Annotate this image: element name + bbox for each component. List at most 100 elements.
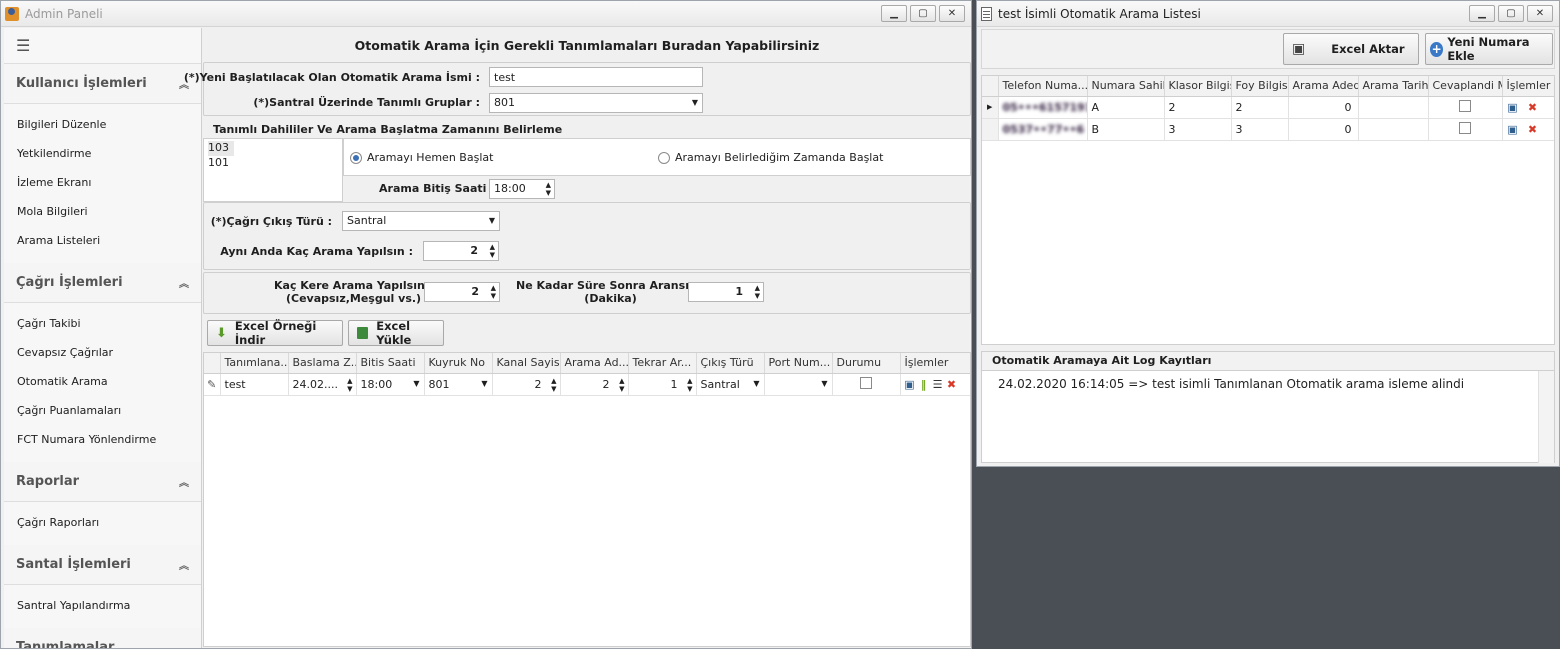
column-header[interactable]: İşlemler <box>900 353 970 374</box>
cell-start[interactable]: 24.02.... ▲ ▼ <box>288 373 357 396</box>
end-time-input[interactable]: 18:00 ▲ ▼ <box>489 179 555 199</box>
pause-icon[interactable]: ‖ <box>917 377 931 391</box>
column-header[interactable]: İşlemler <box>1502 76 1554 97</box>
cell-foy[interactable]: 2 <box>1231 96 1289 119</box>
delete-icon[interactable]: ✖ <box>1526 100 1540 114</box>
column-header[interactable]: Baslama Z... <box>288 353 357 374</box>
answered-checkbox[interactable] <box>1459 121 1471 134</box>
cell-name[interactable]: test <box>220 373 289 396</box>
table-row[interactable]: ▶ 05•••6157191 A 2 2 0 ▣ ✖ <box>982 96 1554 119</box>
concurrent-stepper[interactable]: 2 ▲ ▼ <box>423 241 499 261</box>
sidebar: ☰ Kullanıcı İşlemleri ︽ Bilgileri Düzenle Y… <box>4 28 202 648</box>
excel-export-button[interactable]: ▣ Excel Aktar <box>1283 33 1419 65</box>
column-header[interactable]: Cevaplandi Mi <box>1428 76 1503 97</box>
cell-retry[interactable]: 1 ▲ ▼ <box>628 373 697 396</box>
sidebar-item-cagri-puanlamalari[interactable]: Çağrı Puanlamaları <box>4 396 201 425</box>
cell-answered[interactable] <box>1428 118 1503 141</box>
answered-checkbox[interactable] <box>1459 99 1471 112</box>
sidebar-item-cagri-takibi[interactable]: Çağrı Takibi <box>4 309 201 338</box>
table-row[interactable]: 0537••77••6 B 3 3 0 ▣ ✖ <box>982 118 1554 141</box>
cell-foy[interactable]: 3 <box>1231 118 1289 141</box>
column-header[interactable]: Bitis Saati <box>356 353 425 374</box>
cell-count[interactable]: 0 <box>1288 118 1359 141</box>
delete-icon[interactable]: ✖ <box>1526 122 1540 136</box>
name-input[interactable] <box>489 67 703 87</box>
maximize-button[interactable]: ▢ <box>910 5 936 22</box>
cell-status[interactable] <box>832 373 901 396</box>
save-icon[interactable]: ▣ <box>1506 100 1520 114</box>
cell-type[interactable]: Santral ▼ <box>696 373 765 396</box>
sidebar-item-arama-listeleri[interactable]: Arama Listeleri <box>4 226 201 255</box>
cell-klasor[interactable]: 3 <box>1164 118 1232 141</box>
list-icon[interactable]: ☰ <box>931 377 945 391</box>
call-type-select[interactable]: Santral ▼ <box>342 211 500 231</box>
add-number-button[interactable]: + Yeni Numara Ekle <box>1425 33 1553 65</box>
column-header[interactable]: Port Num... <box>764 353 833 374</box>
column-header[interactable]: Kanal Sayisi <box>492 353 561 374</box>
sidebar-group-santal-i-slemleri[interactable]: Santal İşlemleri ︽ <box>4 545 201 585</box>
cell-phone[interactable]: 05•••6157191 <box>998 96 1088 119</box>
column-header[interactable]: Arama Ad... <box>560 353 629 374</box>
sidebar-item-yetkilendirme[interactable]: Yetkilendirme <box>4 139 201 168</box>
cell-date[interactable] <box>1358 118 1429 141</box>
table-row[interactable]: ✎ test 24.02.... ▲ ▼ 18:00 ▼ 801 ▼ 2 ▲ ▼ 2 ▲ ▼ 1… <box>204 373 970 396</box>
column-header[interactable]: Durumu <box>832 353 901 374</box>
sidebar-item-bilgileri-duzenle[interactable]: Bilgileri Düzenle <box>4 110 201 139</box>
excel-download-button[interactable]: ⬇ Excel Örneği İndir <box>207 319 343 347</box>
sidebar-group-raporlar[interactable]: Raporlar ︽ <box>4 462 201 502</box>
cell-owner[interactable]: B <box>1087 118 1165 141</box>
delete-icon[interactable]: ✖ <box>945 377 959 391</box>
extension-item[interactable]: 101 <box>208 156 338 171</box>
save-icon[interactable]: ▣ <box>1506 122 1520 136</box>
cell-end[interactable]: 18:00 ▼ <box>356 373 425 396</box>
cell-calls[interactable]: 2 ▲ ▼ <box>560 373 629 396</box>
column-header[interactable]: Çıkış Türü <box>696 353 765 374</box>
radio-start-now[interactable]: Aramayı Hemen Başlat <box>350 151 493 164</box>
save-icon[interactable]: ▣ <box>903 377 917 391</box>
sidebar-group-kullanici-i-slemleri[interactable]: Kullanıcı İşlemleri ︽ <box>4 64 201 104</box>
sidebar-item-otomatik-arama[interactable]: Otomatik Arama <box>4 367 201 396</box>
log-textbox[interactable]: 24.02.2020 16:14:05 => test isimli Tanım… <box>982 370 1554 463</box>
column-header[interactable]: Klasor Bilgisi <box>1164 76 1232 97</box>
maximize-button[interactable]: ▢ <box>1498 5 1524 22</box>
cell-klasor[interactable]: 2 <box>1164 96 1232 119</box>
close-button[interactable]: ✕ <box>939 5 965 22</box>
radio-start-scheduled[interactable]: Aramayı Belirlediğim Zamanda Başlat <box>658 151 883 164</box>
status-checkbox[interactable] <box>860 376 872 389</box>
sidebar-group-cagri-i-slemleri[interactable]: Çağrı İşlemleri ︽ <box>4 263 201 303</box>
cell-count[interactable]: 0 <box>1288 96 1359 119</box>
groups-select[interactable]: 801 ▼ <box>489 93 703 113</box>
delay-stepper[interactable]: 1 ▲ ▼ <box>688 282 764 302</box>
excel-upload-button[interactable]: Excel Yükle <box>348 319 444 347</box>
column-header[interactable]: Tanımlana... <box>220 353 289 374</box>
cell-answered[interactable] <box>1428 96 1503 119</box>
column-header[interactable]: Tekrar Ar... <box>628 353 697 374</box>
hamburger-button[interactable]: ☰ <box>4 28 201 64</box>
cell-date[interactable] <box>1358 96 1429 119</box>
sidebar-group-tanimlamalar[interactable]: Tanımlamalar ︽ <box>4 628 201 648</box>
cell-channels[interactable]: 2 ▲ ▼ <box>492 373 561 396</box>
cell-queue[interactable]: 801 ▼ <box>424 373 493 396</box>
sidebar-item-santral-yapilandirma[interactable]: Santral Yapılandırma <box>4 591 201 620</box>
cell-phone[interactable]: 0537••77••6 <box>998 118 1088 141</box>
sidebar-item-mola-bilgileri[interactable]: Mola Bilgileri <box>4 197 201 226</box>
scrollbar[interactable] <box>1538 371 1554 463</box>
column-header[interactable]: Kuyruk No <box>424 353 493 374</box>
sidebar-item-fct-numara-yonlendirme[interactable]: FCT Numara Yönlendirme <box>4 425 201 454</box>
cell-owner[interactable]: A <box>1087 96 1165 119</box>
extension-item[interactable]: 103 <box>208 141 234 156</box>
extension-list[interactable]: 103 101 <box>203 138 343 202</box>
column-header[interactable]: Arama Tarihi <box>1358 76 1429 97</box>
cell-port[interactable]: ▼ <box>764 373 833 396</box>
column-header[interactable]: Telefon Numa... <box>998 76 1088 97</box>
sidebar-item-cagri-raporlari[interactable]: Çağrı Raporları <box>4 508 201 537</box>
column-header[interactable]: Foy Bilgisi <box>1231 76 1289 97</box>
column-header[interactable]: Arama Adedi <box>1288 76 1359 97</box>
sidebar-item-i-zleme-ekrani[interactable]: İzleme Ekranı <box>4 168 201 197</box>
minimize-button[interactable]: ▁ <box>1469 5 1495 22</box>
sidebar-item-cevapsiz-cagrilar[interactable]: Cevapsız Çağrılar <box>4 338 201 367</box>
close-button[interactable]: ✕ <box>1527 5 1553 22</box>
column-header[interactable]: Numara Sahibi <box>1087 76 1165 97</box>
retry-stepper[interactable]: 2 ▲ ▼ <box>424 282 500 302</box>
minimize-button[interactable]: ▁ <box>881 5 907 22</box>
